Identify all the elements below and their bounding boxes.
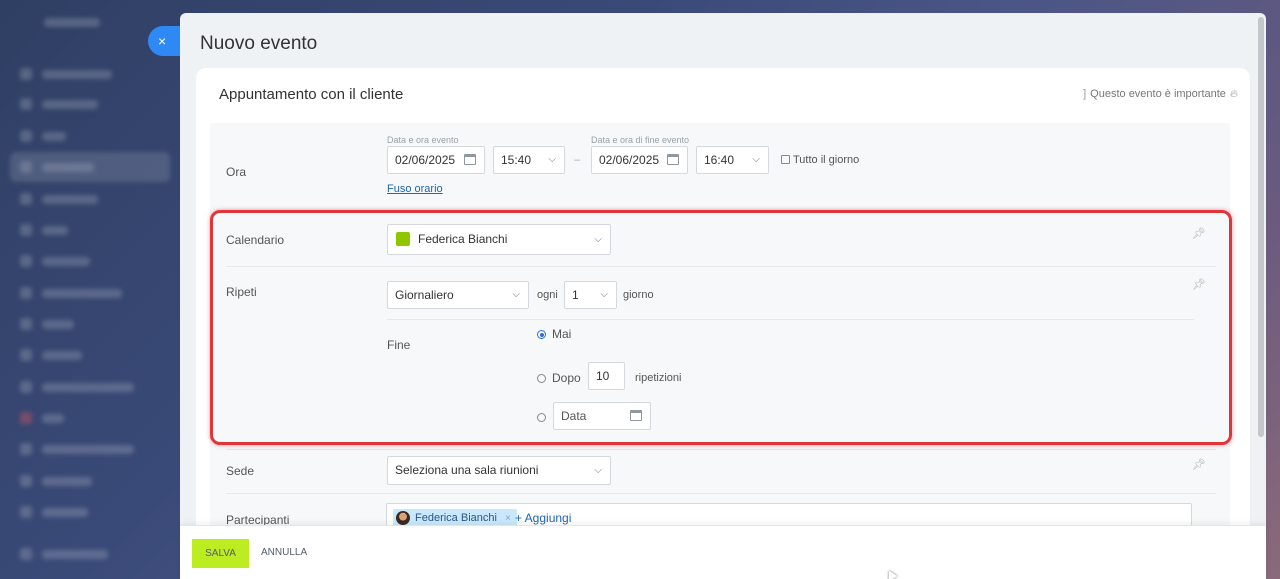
time-label: Ora xyxy=(226,165,247,179)
end-time-select[interactable]: 16:40 ⌵ xyxy=(696,146,769,174)
calendar-icon xyxy=(464,154,476,165)
start-date-input[interactable]: 02/06/2025 xyxy=(387,146,485,174)
every-label: ogni xyxy=(537,289,558,301)
radio-unchecked-icon xyxy=(537,413,546,422)
repeat-end-date-placeholder: Data xyxy=(561,409,587,423)
start-datetime-label: Data e ora evento xyxy=(387,135,459,145)
checkbox-icon xyxy=(781,155,790,164)
repeat-end-date-input[interactable]: Data xyxy=(553,402,651,430)
background-sidebar xyxy=(0,0,180,579)
start-time-select[interactable]: 15:40 ⌵ xyxy=(493,146,565,174)
pin-icon[interactable]: 📌︎ xyxy=(1192,458,1206,471)
location-label: Sede xyxy=(226,464,255,478)
radio-checked-icon xyxy=(537,330,546,339)
event-name-input[interactable]: Appuntamento con il cliente xyxy=(219,86,403,103)
close-icon: × xyxy=(158,33,167,49)
important-bracket-icon: ] xyxy=(1083,88,1087,100)
start-time-value: 15:40 xyxy=(501,153,532,167)
end-date-input[interactable]: 02/06/2025 xyxy=(591,146,688,174)
page-title: Nuovo evento xyxy=(200,33,318,54)
end-time-value: 16:40 xyxy=(704,153,735,167)
calendar-icon xyxy=(667,154,679,165)
add-participant-link[interactable]: + Aggiungi xyxy=(515,511,571,525)
time-separator: – xyxy=(574,154,581,166)
end-date-value: 02/06/2025 xyxy=(599,153,660,167)
avatar xyxy=(396,511,410,525)
end-never-radio[interactable]: Mai xyxy=(537,327,571,341)
participant-name: Federica Bianchi xyxy=(415,512,497,524)
footer-bar: SALVA ANNULLA xyxy=(180,525,1266,579)
chevron-down-icon: ⌵ xyxy=(600,289,608,300)
row-divider xyxy=(226,266,1216,267)
repeat-interval-value: 1 xyxy=(572,288,579,302)
panel-scrollbar[interactable] xyxy=(1258,17,1264,437)
important-label: Questo evento è importante xyxy=(1090,88,1226,100)
repeat-frequency-select[interactable]: Giornaliero ⌵ xyxy=(387,281,529,309)
calendar-color-swatch xyxy=(396,232,410,246)
location-select[interactable]: Seleziona una sala riunioni ⌵ xyxy=(387,456,611,485)
pin-icon[interactable]: 📌︎ xyxy=(1192,278,1206,291)
save-button[interactable]: SALVA xyxy=(192,539,249,568)
chevron-down-icon: ⌵ xyxy=(752,154,760,165)
cancel-button[interactable]: ANNULLA xyxy=(261,547,307,558)
chevron-down-icon: ⌵ xyxy=(594,234,602,245)
calendar-icon xyxy=(630,410,642,421)
repeat-count-input[interactable]: 10 xyxy=(588,362,625,390)
radio-unchecked-icon xyxy=(537,374,546,383)
timezone-link[interactable]: Fuso orario xyxy=(387,183,443,195)
end-datetime-label: Data e ora di fine evento xyxy=(591,135,690,145)
repeat-label: Ripeti xyxy=(226,285,257,299)
repeat-inner-divider xyxy=(387,319,1194,320)
chevron-down-icon: ⌵ xyxy=(548,154,556,165)
calendar-label: Calendario xyxy=(226,233,285,247)
repeat-count-value: 10 xyxy=(596,369,610,383)
important-toggle[interactable]: ] Questo evento è importante 🔥︎ xyxy=(1083,88,1238,101)
repeat-frequency-value: Giornaliero xyxy=(395,288,454,302)
end-after-label: Dopo xyxy=(552,371,581,385)
chevron-down-icon: ⌵ xyxy=(594,465,602,476)
row-divider xyxy=(226,493,1216,494)
repetitions-label: ripetizioni xyxy=(635,372,682,384)
row-divider xyxy=(226,449,1216,450)
end-date-radio[interactable] xyxy=(537,410,552,424)
remove-participant-icon[interactable]: × xyxy=(505,513,511,524)
all-day-checkbox[interactable]: Tutto il giorno xyxy=(781,154,859,166)
flame-icon: 🔥︎ xyxy=(1229,88,1238,100)
close-slider-button[interactable]: × xyxy=(148,26,184,56)
unit-label: giorno xyxy=(623,289,654,301)
event-slider-panel: Nuovo evento Appuntamento con il cliente… xyxy=(180,13,1266,579)
end-after-radio[interactable]: Dopo xyxy=(537,371,581,385)
end-never-label: Mai xyxy=(552,327,572,341)
location-placeholder: Seleziona una sala riunioni xyxy=(395,463,539,477)
repeat-end-label: Fine xyxy=(387,338,411,352)
chevron-down-icon: ⌵ xyxy=(512,289,520,300)
calendar-value: Federica Bianchi xyxy=(418,232,508,246)
calendar-select[interactable]: Federica Bianchi ⌵ xyxy=(387,224,611,255)
start-date-value: 02/06/2025 xyxy=(395,153,456,167)
pin-icon[interactable]: 📌︎ xyxy=(1192,227,1206,240)
repeat-interval-select[interactable]: 1 ⌵ xyxy=(564,281,617,309)
all-day-label: Tutto il giorno xyxy=(793,154,860,166)
